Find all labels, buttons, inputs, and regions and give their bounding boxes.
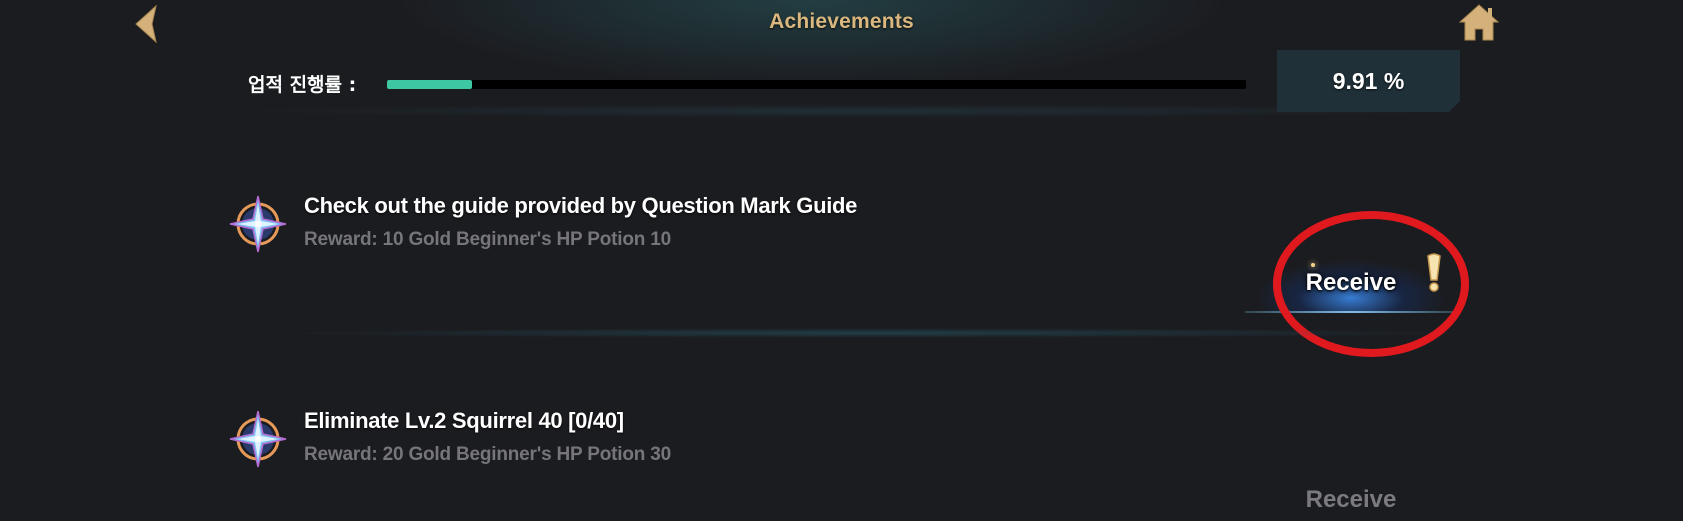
page-title: Achievements (769, 10, 914, 33)
progress-bar-fill (387, 80, 473, 89)
receive-button-disabled[interactable]: Receive (1245, 470, 1457, 521)
achievement-reward: Reward: 20 Gold Beginner's HP Potion 30 (304, 444, 671, 465)
compass-star-icon (228, 194, 288, 254)
achievement-title: Eliminate Lv.2 Squirrel 40 [0/40] (304, 408, 624, 433)
home-icon (1458, 4, 1500, 41)
receive-button-label: Receive (1305, 486, 1397, 513)
compass-star-icon (228, 409, 288, 469)
progress-percent: 9.91 % (1332, 67, 1405, 94)
home-button[interactable] (1458, 2, 1500, 44)
achievement-reward: Reward: 10 Gold Beginner's HP Potion 10 (304, 229, 671, 250)
progress-bar (387, 80, 1246, 89)
progress-label: 업적 진행률 : (248, 74, 357, 96)
progress-percent-box: 9.91 % (1277, 50, 1460, 112)
row-divider (270, 328, 1480, 338)
achievement-title: Check out the guide provided by Question… (304, 193, 858, 218)
achievements-screen: Achievements 업적 진행률 : 9.91 % Check out t… (0, 0, 1683, 521)
